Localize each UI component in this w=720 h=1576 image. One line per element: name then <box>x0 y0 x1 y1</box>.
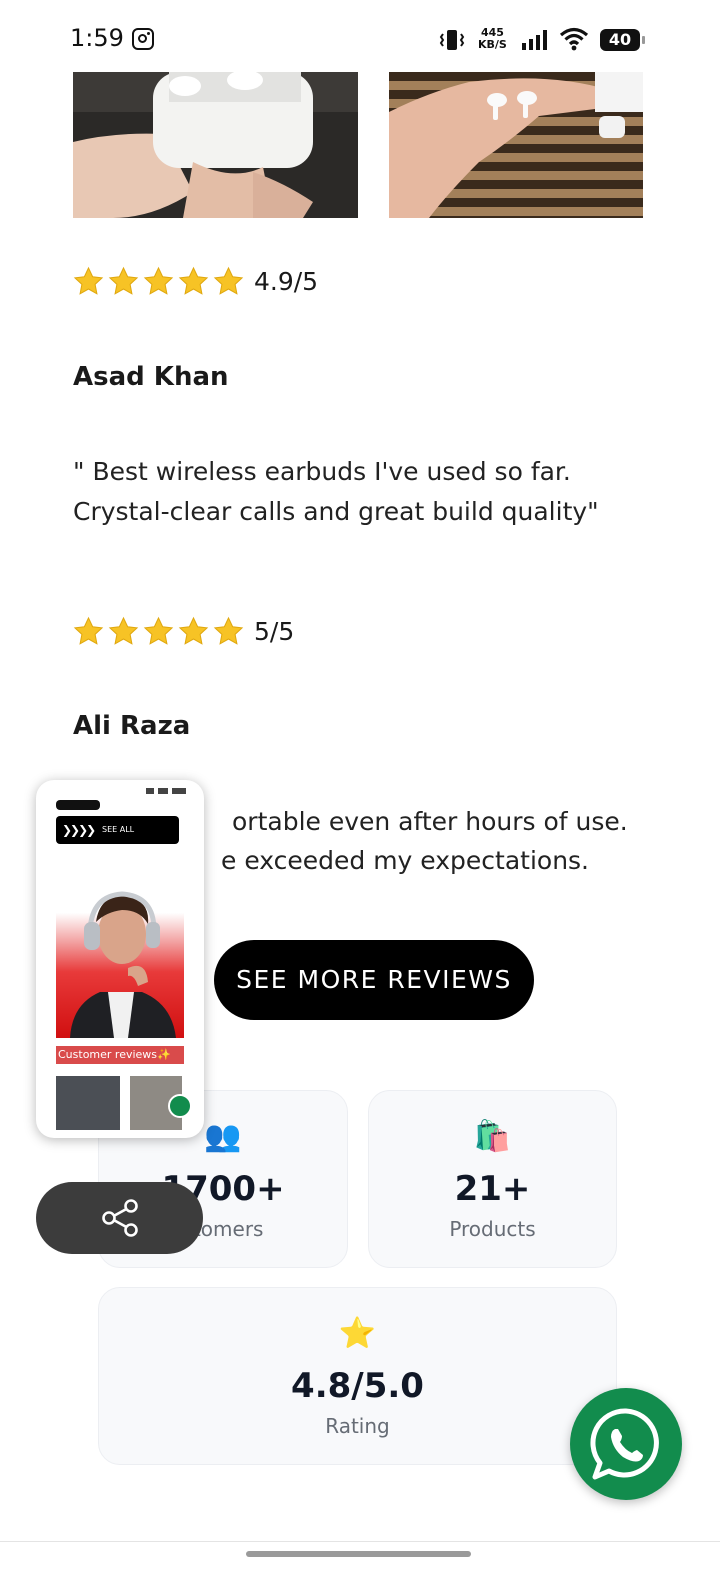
reviewer-name: Ali Raza <box>73 711 191 741</box>
chevrons-icon: ❯❯❯❯ <box>62 823 96 837</box>
preview-top-chip <box>56 800 100 810</box>
review-photo-case[interactable] <box>73 72 358 218</box>
rating-value: 5/5 <box>254 617 295 646</box>
star-icon <box>143 266 174 295</box>
share-icon <box>102 1199 138 1237</box>
divider <box>0 1541 720 1542</box>
review-rating-1: 4.9/5 <box>73 266 318 297</box>
stat-value: 21+ <box>454 1169 531 1209</box>
whatsapp-icon <box>168 1094 192 1118</box>
model-headphones-image <box>70 891 176 1038</box>
earbuds-hand-image <box>389 72 643 218</box>
star-icon <box>213 266 244 295</box>
instagram-icon <box>132 28 154 50</box>
preview-thumb-image <box>56 1076 120 1130</box>
stat-card-rating: ⭐ 4.8/5.0 Rating <box>98 1287 617 1465</box>
stat-card-products: 🛍️ 21+ Products <box>368 1090 617 1268</box>
status-bar: 1:59 445 KB/S 40 <box>0 0 720 72</box>
review-rating-2: 5/5 <box>73 616 294 647</box>
whatsapp-chat-button[interactable] <box>570 1388 682 1500</box>
star-icon <box>178 616 209 645</box>
rating-value: 4.9/5 <box>254 267 319 296</box>
preview-customer-reviews-label: Customer reviews✨ <box>56 1046 184 1064</box>
preview-see-all-button: ❯❯❯❯ SEE ALL PRODUCTS <box>56 816 179 862</box>
star-icon <box>108 266 139 295</box>
stat-label: Products <box>449 1217 536 1241</box>
star-icon <box>108 616 139 645</box>
battery-indicator: 40 <box>600 29 645 51</box>
whatsapp-icon <box>590 1408 659 1480</box>
star-icon <box>143 616 174 645</box>
star-rating <box>73 266 244 297</box>
floating-screenshot-preview[interactable]: ❯❯❯❯ SEE ALL PRODUCTS Customer reviews✨ <box>36 780 204 1138</box>
home-indicator[interactable] <box>246 1551 471 1557</box>
shopping-bags-icon: 🛍️ <box>473 1119 512 1154</box>
status-time: 1:59 <box>70 24 124 52</box>
stat-value: 4.8/5.0 <box>291 1366 424 1406</box>
star-rating <box>73 616 244 647</box>
stat-label: Rating <box>325 1414 390 1438</box>
vibrate-icon <box>439 30 465 50</box>
preview-hero-image <box>56 864 184 1038</box>
star-icon <box>213 616 244 645</box>
earbuds-case-image <box>73 72 358 218</box>
preview-status-icons <box>146 788 186 794</box>
network-speed: 445 KB/S <box>478 26 507 51</box>
see-more-reviews-button[interactable]: SEE MORE REVIEWS <box>214 940 534 1020</box>
reviewer-name: Asad Khan <box>73 362 229 392</box>
wifi-icon <box>560 27 588 51</box>
review-text: " Best wireless earbuds I've used so far… <box>73 457 599 526</box>
star-icon <box>73 266 104 295</box>
review-photo-hand[interactable] <box>389 72 643 218</box>
star-icon <box>178 266 209 295</box>
review-text-line-2: e exceeded my expectations. <box>221 846 590 875</box>
star-icon <box>73 616 104 645</box>
star-icon: ⭐ <box>338 1316 377 1351</box>
signal-icon <box>522 30 547 50</box>
review-text-line-1: ortable even after hours of use. <box>232 807 628 836</box>
